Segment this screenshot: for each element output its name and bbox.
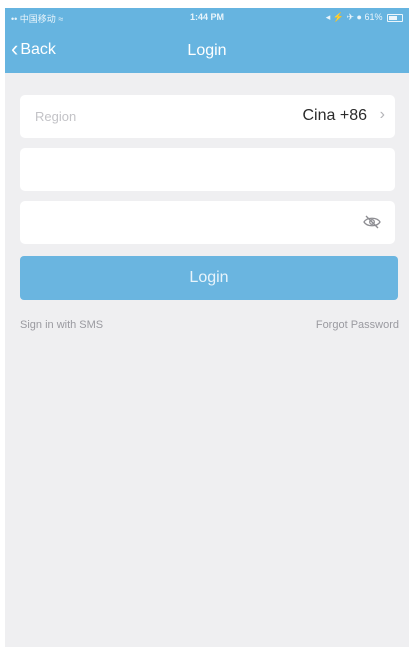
app-screen: •• 中国移动 ≈ 1:44 PM ◂ ⚡ ✈ ● 61% ‹ Back Log…	[5, 8, 409, 647]
region-selector[interactable]: Region Cina +86 ›	[20, 95, 395, 138]
login-button[interactable]: Login	[20, 256, 398, 300]
status-right: ◂ ⚡ ✈ ● 61%	[326, 12, 403, 23]
status-indicators-icon: ◂ ⚡ ✈ ●	[325, 12, 362, 22]
region-value: Cina +86	[302, 107, 368, 124]
battery-percent: 61%	[364, 12, 383, 22]
forgot-password-link[interactable]: Forgot Password	[316, 319, 399, 331]
status-bar: •• 中国移动 ≈ 1:44 PM ◂ ⚡ ✈ ● 61%	[5, 8, 409, 28]
password-input[interactable]	[32, 201, 356, 246]
page-title: Login	[187, 42, 227, 59]
header-bar: •• 中国移动 ≈ 1:44 PM ◂ ⚡ ✈ ● 61% ‹ Back Log…	[5, 8, 409, 73]
chevron-right-icon: ›	[379, 106, 385, 123]
region-label: Region	[35, 109, 77, 124]
battery-icon	[387, 13, 403, 22]
navigation-bar: ‹ Back Login	[5, 28, 409, 73]
sms-login-link[interactable]: Sign in with SMS	[20, 319, 103, 331]
phone-input[interactable]	[32, 148, 356, 193]
eye-off-icon[interactable]	[363, 215, 381, 229]
phone-field[interactable]	[20, 148, 395, 193]
password-field[interactable]	[20, 201, 395, 246]
